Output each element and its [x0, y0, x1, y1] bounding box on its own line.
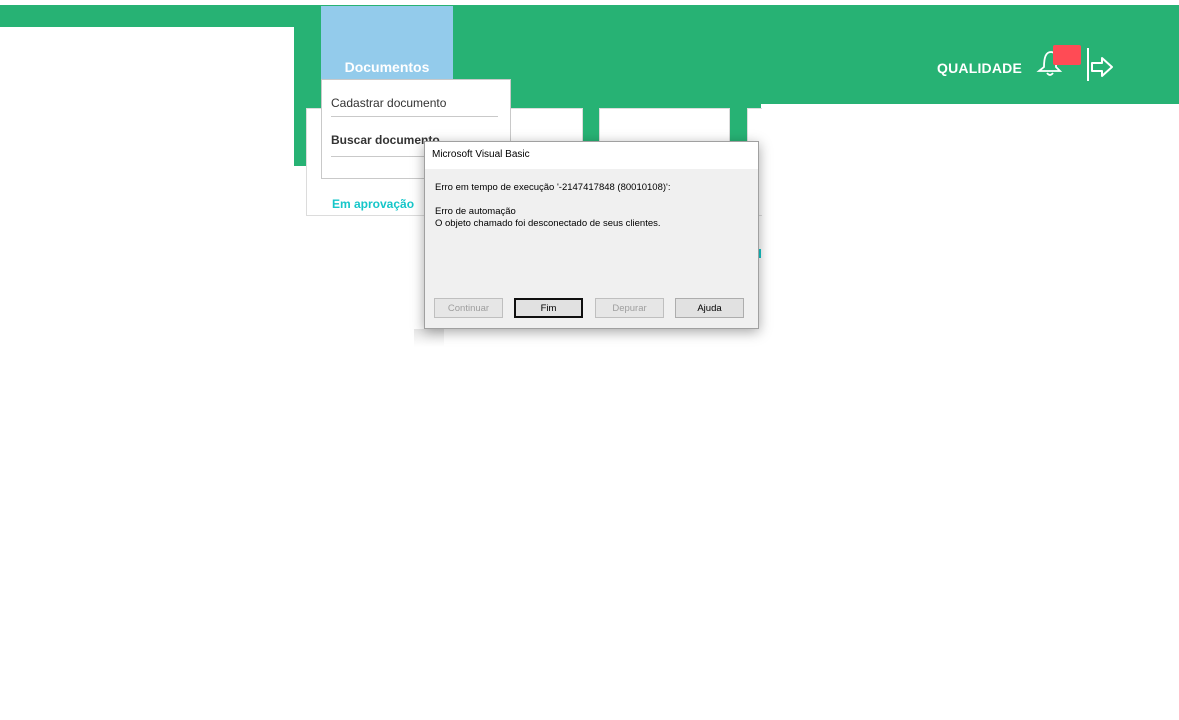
end-button[interactable]: Fim [514, 298, 583, 318]
dialog-message-line-1: Erro de automação [435, 206, 516, 217]
nav-tab-label: Documentos [344, 59, 430, 75]
dialog-title: Microsoft Visual Basic [432, 149, 530, 160]
dialog-error-line: Erro em tempo de execução '-2147417848 (… [435, 182, 671, 193]
nav-tab-documentos[interactable]: Documentos [321, 6, 453, 79]
header-divider [1087, 48, 1089, 81]
dialog-message-line-2: O objeto chamado foi desconectado de seu… [435, 218, 661, 229]
continue-button[interactable]: Continuar [434, 298, 503, 318]
debug-button[interactable]: Depurar [595, 298, 664, 318]
menu-item-cadastrar-documento[interactable]: Cadastrar documento [331, 96, 446, 110]
brand-name: QUALIDADE [937, 60, 1023, 76]
notification-badge[interactable] [1053, 45, 1081, 65]
help-button[interactable]: Ajuda [675, 298, 744, 318]
header-bar [0, 5, 1179, 27]
dialog-shadow [414, 329, 444, 347]
logout-arrow-icon[interactable] [1090, 56, 1114, 78]
card-label-em-aprovacao[interactable]: Em aprovação [332, 197, 414, 211]
menu-divider [331, 116, 498, 117]
